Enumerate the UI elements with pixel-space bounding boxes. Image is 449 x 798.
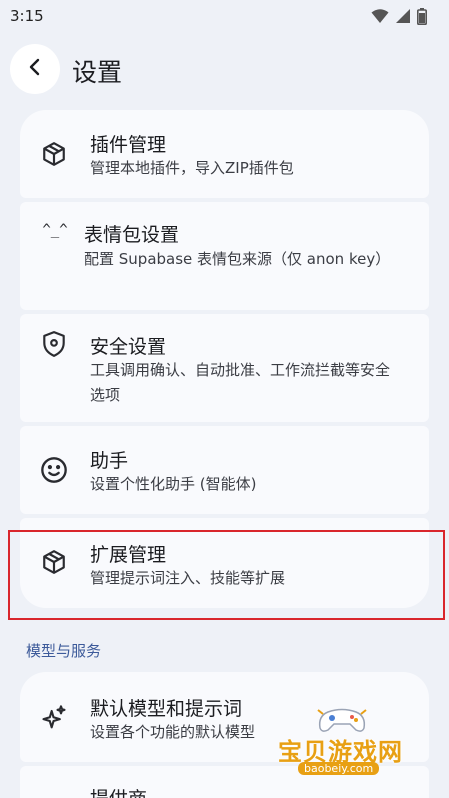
- status-bar: 3:15: [0, 0, 449, 32]
- status-icons: [371, 7, 427, 25]
- emoticon-icon: ^_^: [42, 222, 68, 238]
- watermark-url: baobeiy.com: [298, 762, 380, 775]
- item-subtitle: 工具调用确认、自动批准、工作流拦截等安全选项: [90, 361, 391, 404]
- chevron-left-icon: [25, 57, 45, 81]
- settings-item-assistant[interactable]: 助手 设置个性化助手 (智能体): [20, 426, 429, 514]
- settings-item-stickers[interactable]: ^_^ 表情包设置 配置 Supabase 表情包来源（仅 anon key）: [20, 202, 429, 310]
- settings-item-security[interactable]: 安全设置 工具调用确认、自动批准、工作流拦截等安全选项: [20, 314, 429, 422]
- status-time: 3:15: [10, 7, 44, 25]
- item-title: 助手: [90, 450, 129, 472]
- page-title: 设置: [72, 58, 123, 87]
- smiley-icon: [40, 456, 68, 484]
- gamepad-icon: [317, 708, 367, 732]
- sparkle-icon: [40, 704, 68, 732]
- battery-icon: [417, 7, 427, 25]
- highlight-box: [8, 530, 445, 620]
- item-title: 表情包设置: [84, 224, 180, 246]
- item-title: 默认模型和提示词: [90, 698, 243, 720]
- section-label-models: 模型与服务: [26, 642, 102, 660]
- package-icon: [40, 140, 68, 168]
- item-title: 插件管理: [90, 134, 167, 156]
- item-subtitle: 设置个性化助手 (智能体): [90, 475, 257, 493]
- app-header: 设置: [0, 44, 449, 96]
- item-title: 提供商: [90, 784, 147, 798]
- item-title: 安全设置: [90, 336, 167, 358]
- shield-icon: [40, 330, 68, 358]
- back-button[interactable]: [10, 44, 60, 94]
- item-subtitle: 管理本地插件，导入ZIP插件包: [90, 159, 294, 177]
- watermark-logo: 宝贝游戏网 baobeiy.com: [268, 704, 428, 778]
- item-subtitle: 配置 Supabase 表情包来源（仅 anon key）: [84, 250, 391, 268]
- wifi-icon: [371, 8, 389, 24]
- settings-item-plugins[interactable]: 插件管理 管理本地插件，导入ZIP插件包: [20, 110, 429, 198]
- signal-icon: [395, 8, 411, 24]
